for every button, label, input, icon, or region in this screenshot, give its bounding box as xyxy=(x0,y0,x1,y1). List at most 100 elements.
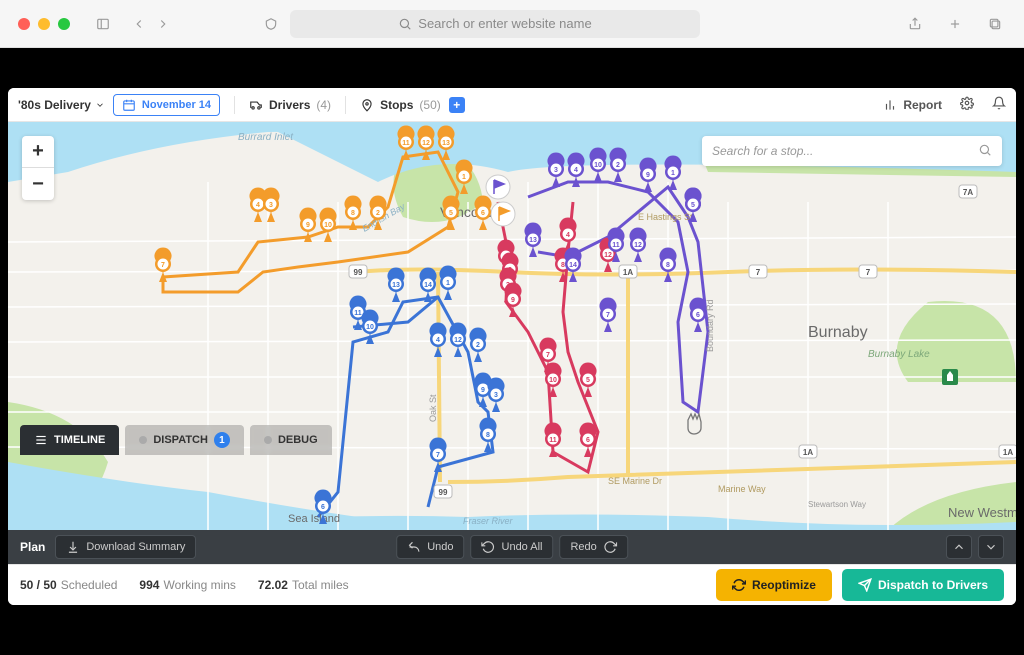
svg-text:4: 4 xyxy=(256,202,260,209)
new-tab-icon[interactable] xyxy=(944,13,966,35)
depot-flag[interactable] xyxy=(491,202,515,226)
svg-text:10: 10 xyxy=(549,377,557,384)
tab-dispatch-label: DISPATCH xyxy=(153,434,208,446)
undo-button[interactable]: Undo xyxy=(396,535,464,559)
depot-flag[interactable] xyxy=(486,175,510,199)
svg-text:3: 3 xyxy=(554,167,558,174)
svg-text:8: 8 xyxy=(486,432,490,439)
drivers-icon xyxy=(249,98,263,112)
svg-text:5: 5 xyxy=(449,210,453,217)
stops-count: (50) xyxy=(419,98,440,112)
svg-text:6: 6 xyxy=(696,312,700,319)
chevron-down-icon xyxy=(984,540,998,554)
org-selector[interactable]: '80s Delivery xyxy=(18,98,105,112)
share-icon[interactable] xyxy=(904,13,926,35)
tab-timeline-label: TIMELINE xyxy=(54,434,105,446)
svg-text:3: 3 xyxy=(494,392,498,399)
svg-text:4: 4 xyxy=(436,337,440,344)
svg-text:1A: 1A xyxy=(803,448,813,457)
app-frame: '80s Delivery November 14 Drivers (4) St… xyxy=(8,88,1016,605)
svg-text:13: 13 xyxy=(529,237,537,244)
add-stop-button[interactable]: + xyxy=(449,97,465,113)
undo-all-button[interactable]: Undo All xyxy=(471,535,554,559)
plan-title: Plan xyxy=(20,540,45,554)
plan-bar: Plan Download Summary Undo Undo All Redo xyxy=(8,530,1016,564)
nav-back-icon[interactable] xyxy=(128,13,150,35)
svg-text:1: 1 xyxy=(462,174,466,181)
report-button[interactable]: Report xyxy=(883,98,942,112)
svg-text:12: 12 xyxy=(604,252,612,259)
svg-text:13: 13 xyxy=(392,282,400,289)
svg-text:10: 10 xyxy=(324,222,332,229)
tab-debug[interactable]: DEBUG xyxy=(250,425,332,455)
notifications-button[interactable] xyxy=(992,96,1006,113)
map-label: Marine Way xyxy=(718,484,766,494)
tab-dispatch[interactable]: DISPATCH 1 xyxy=(125,425,244,455)
undo-all-icon xyxy=(482,540,496,554)
tab-debug-label: DEBUG xyxy=(278,434,318,446)
view-tabs: TIMELINE DISPATCH 1 DEBUG xyxy=(20,425,332,455)
collapse-button[interactable] xyxy=(946,535,972,559)
undo-icon xyxy=(407,540,421,554)
svg-text:2: 2 xyxy=(376,210,380,217)
reoptimize-button[interactable]: Reoptimize xyxy=(716,569,832,601)
zoom-out-button[interactable]: − xyxy=(22,168,54,200)
download-summary-button[interactable]: Download Summary xyxy=(55,535,196,559)
tabs-overview-icon[interactable] xyxy=(984,13,1006,35)
undo-label: Undo xyxy=(427,541,453,553)
tab-timeline[interactable]: TIMELINE xyxy=(20,425,119,455)
date-picker[interactable]: November 14 xyxy=(113,94,220,116)
chevron-up-icon xyxy=(952,540,966,554)
metric-working: 994Working mins xyxy=(139,578,236,592)
nav-forward-icon[interactable] xyxy=(152,13,174,35)
svg-text:2: 2 xyxy=(476,342,480,349)
svg-text:8: 8 xyxy=(351,210,355,217)
bell-icon xyxy=(992,96,1006,110)
undo-all-label: Undo All xyxy=(502,541,543,553)
svg-text:99: 99 xyxy=(354,268,363,277)
stops-selector[interactable]: Stops (50) xyxy=(360,98,441,112)
svg-text:9: 9 xyxy=(511,297,515,304)
svg-text:7: 7 xyxy=(436,452,440,459)
metric-miles: 72.02Total miles xyxy=(258,578,349,592)
report-label: Report xyxy=(903,98,942,112)
window-maximize[interactable] xyxy=(58,18,70,30)
svg-text:6: 6 xyxy=(321,504,325,511)
settings-button[interactable] xyxy=(960,96,974,113)
svg-text:9: 9 xyxy=(646,172,650,179)
svg-text:7: 7 xyxy=(161,262,165,269)
expand-button[interactable] xyxy=(978,535,1004,559)
list-icon xyxy=(34,433,48,447)
window-minimize[interactable] xyxy=(38,18,50,30)
zoom-in-button[interactable]: + xyxy=(22,136,54,168)
map-label: SE Marine Dr xyxy=(608,476,662,486)
stop-search-placeholder: Search for a stop... xyxy=(712,144,813,158)
shield-icon[interactable] xyxy=(260,13,282,35)
svg-text:7: 7 xyxy=(866,268,871,277)
map-label: Fraser River xyxy=(463,516,514,526)
svg-text:1: 1 xyxy=(671,170,675,177)
svg-text:11: 11 xyxy=(354,310,362,317)
svg-text:8: 8 xyxy=(666,262,670,269)
stops-label: Stops xyxy=(380,98,413,112)
url-bar[interactable]: Search or enter website name xyxy=(290,10,700,38)
drivers-label: Drivers xyxy=(269,98,310,112)
svg-text:11: 11 xyxy=(549,437,557,444)
map-label: Burnaby Lake xyxy=(868,349,930,360)
svg-text:5: 5 xyxy=(586,377,590,384)
redo-button[interactable]: Redo xyxy=(559,535,627,559)
sidebar-toggle-icon[interactable] xyxy=(92,13,114,35)
window-close[interactable] xyxy=(18,18,30,30)
refresh-icon xyxy=(732,578,746,592)
stop-search-input[interactable]: Search for a stop... xyxy=(702,136,1002,166)
svg-text:12: 12 xyxy=(422,140,430,147)
map-canvas[interactable]: Burnaby Burnaby Lake New Westminster Sea… xyxy=(8,122,1016,530)
map-label: Stewartson Way xyxy=(808,500,866,509)
svg-text:14: 14 xyxy=(424,282,432,289)
park-icon xyxy=(942,369,958,385)
date-label: November 14 xyxy=(142,99,211,111)
dispatch-button[interactable]: Dispatch to Drivers xyxy=(842,569,1004,601)
calendar-icon xyxy=(122,98,136,112)
drivers-selector[interactable]: Drivers (4) xyxy=(249,98,331,112)
svg-text:2: 2 xyxy=(616,162,620,169)
